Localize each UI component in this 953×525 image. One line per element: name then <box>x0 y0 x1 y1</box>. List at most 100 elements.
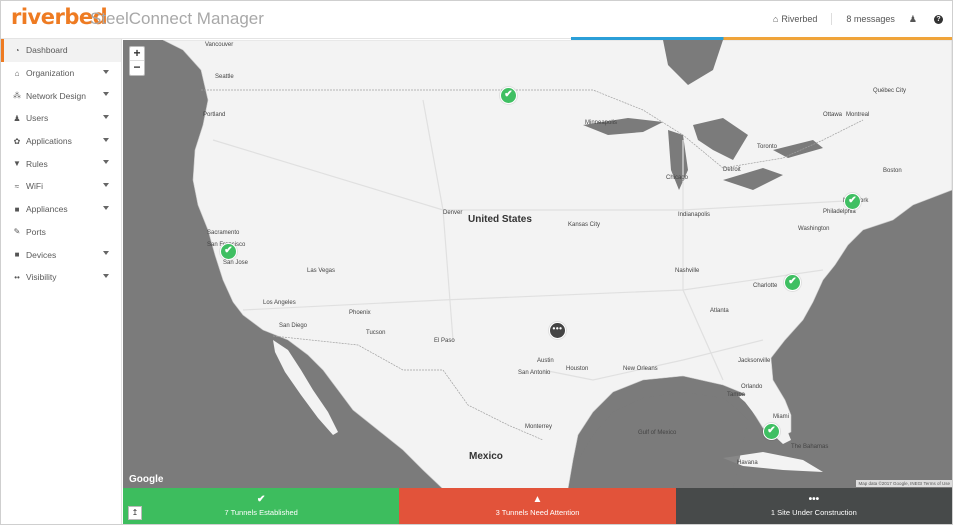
sidebar-item-dashboard[interactable]: ◔ Dashboard <box>1 39 121 62</box>
users-icon: ♟ <box>13 113 21 123</box>
map-label: Denver <box>443 210 463 216</box>
user-menu-button[interactable]: ♟ <box>909 14 920 25</box>
sidebar-item-label: Network Design <box>26 90 86 101</box>
map-attribution[interactable]: Map data ©2017 Google, INEGI Terms of Us… <box>856 480 952 487</box>
chevron-down-icon[interactable] <box>103 137 109 142</box>
map-label: Portland <box>203 112 226 118</box>
sidebar-item-label: Visibility <box>26 272 57 283</box>
zoom-out-button[interactable]: − <box>130 61 144 75</box>
sidebar-item-users[interactable]: ♟ Users <box>1 107 121 130</box>
map-label: Québec City <box>873 88 907 94</box>
header-divider <box>831 13 833 25</box>
dashboard-icon: ◔ <box>14 45 20 55</box>
sidebar-item-label: Rules <box>26 158 48 169</box>
sidebar-item-label: Ports <box>26 226 46 237</box>
sidebar-item-label: Users <box>26 113 49 124</box>
site-marker-miami[interactable]: ✔ <box>763 423 780 440</box>
site-marker-charlotte[interactable]: ✔ <box>784 274 801 291</box>
status-label: 3 Tunnels Need Attention <box>495 508 580 517</box>
sidebar-item-applications[interactable]: ✿ Applications <box>1 130 121 153</box>
map-label: Vancouver <box>205 42 234 48</box>
applications-icon: ✿ <box>13 136 21 146</box>
map-label: Washington <box>798 226 830 232</box>
chevron-down-icon[interactable] <box>103 92 109 97</box>
map-label-country: United States <box>468 214 532 225</box>
map-label: Jacksonville <box>738 358 771 364</box>
help-button[interactable]: ? <box>934 14 946 24</box>
map-label: Austin <box>537 358 554 364</box>
chevron-down-icon[interactable] <box>103 160 109 165</box>
sidebar-item-rules[interactable]: ▼ Rules <box>1 152 121 175</box>
site-marker-north-dakota[interactable]: ✔ <box>500 87 517 104</box>
map-label: New Orleans <box>623 366 658 372</box>
visibility-icon: •• <box>14 272 20 282</box>
sidebar-item-label: Appliances <box>26 204 68 215</box>
sidebar-nav: ◔ Dashboard ⌂ Organization ⁂ Network Design ♟ U… <box>1 39 122 524</box>
status-label: 7 Tunnels Established <box>224 508 298 517</box>
sidebar-item-wifi[interactable]: ≈ WiFi <box>1 175 121 198</box>
sidebar-item-appliances[interactable]: ■ Appliances <box>1 198 121 221</box>
ports-icon: ✎ <box>13 227 21 237</box>
map-label: Monterrey <box>525 424 553 430</box>
help-icon: ? <box>934 14 943 24</box>
site-marker-san-francisco[interactable]: ✔ <box>220 243 237 260</box>
organization-icon: ⌂ <box>14 68 20 78</box>
map-label: Los Angeles <box>263 300 296 306</box>
map-label: Gulf of Mexico <box>638 430 677 436</box>
map-label: The Bahamas <box>791 444 829 450</box>
messages-link[interactable]: 8 messages <box>846 14 895 24</box>
appliances-icon: ■ <box>14 204 20 214</box>
map-label: San Diego <box>279 323 308 329</box>
devices-icon: ■ <box>14 250 20 260</box>
chevron-down-icon[interactable] <box>103 183 109 188</box>
status-site-construction[interactable]: ••• 1 Site Under Construction <box>675 488 952 524</box>
map-label: Tampa <box>727 392 746 398</box>
org-selector[interactable]: ⌂ Riverbed <box>773 14 817 24</box>
map-label: San Antonio <box>518 370 551 376</box>
product-title: SteelConnect Manager <box>90 9 264 28</box>
network-design-icon: ⁂ <box>13 91 21 101</box>
map-label: Boston <box>883 168 902 174</box>
google-logo: Google <box>129 474 164 485</box>
sidebar-item-label: Organization <box>26 68 75 79</box>
status-label: 1 Site Under Construction <box>770 508 857 517</box>
chevron-down-icon[interactable] <box>103 205 109 210</box>
map-label: Havana <box>737 460 758 466</box>
map-label: Kansas City <box>568 222 601 228</box>
sidebar-item-ports[interactable]: ✎ Ports <box>1 221 121 244</box>
chevron-down-icon[interactable] <box>103 251 109 256</box>
pin-button[interactable]: ↥ <box>128 506 142 520</box>
wifi-icon: ≈ <box>14 181 20 191</box>
site-marker-texas[interactable]: ••• <box>549 322 566 339</box>
dashboard-map[interactable]: + − Vancouver Seattle Portland Sacrament… <box>123 40 952 489</box>
sidebar-item-label: Applications <box>26 136 72 147</box>
map-label: Indianapolis <box>678 212 711 218</box>
sidebar-item-devices[interactable]: ■ Devices <box>1 243 121 266</box>
map-label: Toronto <box>757 144 778 150</box>
map-label: Chicago <box>666 175 689 181</box>
map-label: Houston <box>566 366 589 372</box>
map-label: San Jose <box>223 260 249 266</box>
chevron-down-icon[interactable] <box>103 115 109 120</box>
top-header: riverbed SteelConnect Manager ⌂ Riverbed… <box>1 1 952 40</box>
site-marker-new-york[interactable]: ✔ <box>844 193 861 210</box>
sidebar-item-organization[interactable]: ⌂ Organization <box>1 62 121 85</box>
ellipsis-icon: ••• <box>808 494 820 505</box>
map-label: Seattle <box>215 74 234 80</box>
check-icon: ✔ <box>256 494 266 505</box>
zoom-control: + − <box>129 46 145 76</box>
sidebar-item-label: Dashboard <box>26 45 68 56</box>
map-label: Ottawa <box>823 112 843 118</box>
sidebar-item-label: WiFi <box>26 181 43 192</box>
status-tunnels-established[interactable]: ✔ 7 Tunnels Established ↥ <box>123 488 400 524</box>
sidebar-item-network-design[interactable]: ⁂ Network Design <box>1 84 121 107</box>
org-icon: ⌂ <box>772 14 779 24</box>
sidebar-item-visibility[interactable]: •• Visibility <box>1 266 121 289</box>
chevron-down-icon[interactable] <box>103 273 109 278</box>
map-label-country: Mexico <box>469 451 503 462</box>
status-tunnels-attention[interactable]: ▲ 3 Tunnels Need Attention <box>399 488 676 524</box>
header-actions: ⌂ Riverbed 8 messages ♟ ? <box>759 13 946 25</box>
zoom-in-button[interactable]: + <box>130 47 144 61</box>
map-label: Minneapolis <box>585 120 618 126</box>
chevron-down-icon[interactable] <box>103 69 109 74</box>
